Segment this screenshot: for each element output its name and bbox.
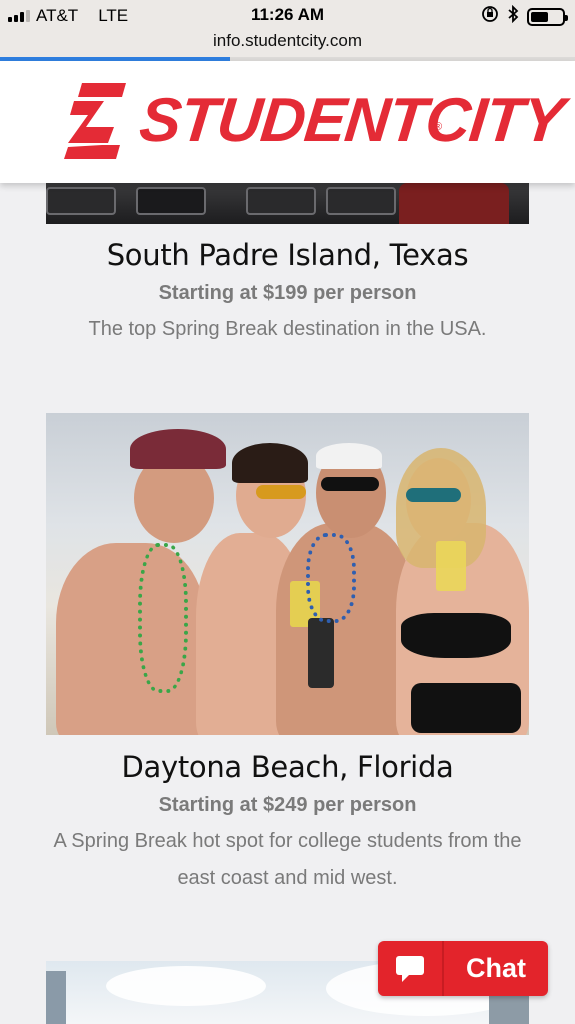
brand-wordmark: STUDENTCITY (136, 86, 567, 155)
studentcity-logo[interactable]: STUDENTCITY (64, 83, 567, 159)
destination-description: The top Spring Break destination in the … (88, 318, 487, 340)
status-bar: AT&T LTE 11:26 AM (0, 0, 575, 30)
orientation-lock-icon (481, 5, 499, 28)
destination-price: Starting at $199 per person (158, 282, 417, 304)
destination-title[interactable]: South Padre Island, Texas (0, 238, 575, 272)
south-padre-photo (46, 183, 529, 224)
studentcity-logo-mark-icon (64, 83, 126, 159)
page: AT&T LTE 11:26 AM info.studentcity.com S… (0, 0, 575, 1024)
destination-card-south-padre[interactable]: South Padre Island, Texas Starting at $1… (0, 238, 575, 348)
bluetooth-icon (507, 4, 519, 28)
chat-button[interactable]: Chat (378, 941, 548, 996)
status-right (481, 4, 568, 28)
destination-price: Starting at $249 per person (158, 794, 417, 816)
destination-title[interactable]: Daytona Beach, Florida (0, 750, 575, 784)
site-header: STUDENTCITY ® (0, 61, 575, 183)
url-bar[interactable]: info.studentcity.com (0, 30, 575, 58)
destination-card-daytona[interactable]: Daytona Beach, Florida Starting at $249 … (0, 750, 575, 897)
daytona-beach-photo[interactable] (46, 413, 529, 735)
battery-icon (527, 7, 568, 26)
url-text: info.studentcity.com (213, 31, 362, 50)
chat-label: Chat (466, 953, 526, 983)
destination-description: A Spring Break hot spot for college stud… (53, 830, 522, 889)
registered-mark: ® (434, 121, 443, 133)
chat-bubble-icon (378, 941, 444, 996)
